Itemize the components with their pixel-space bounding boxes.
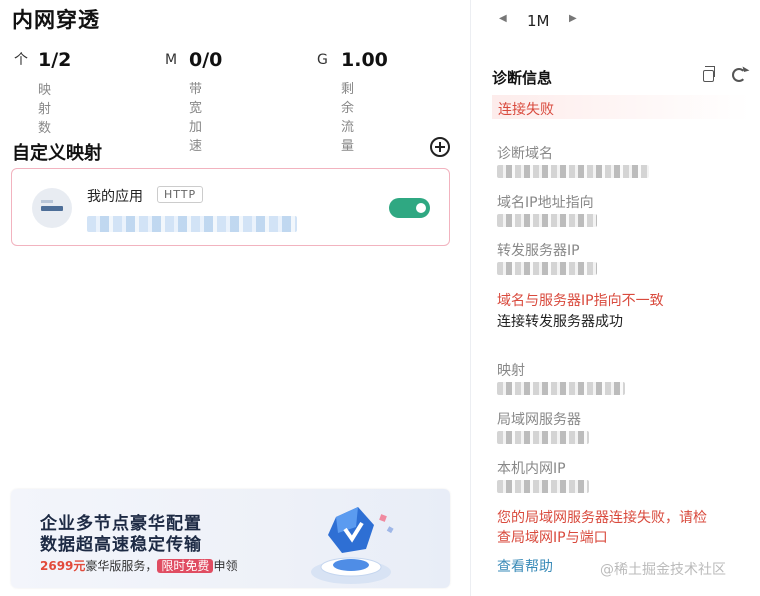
diagnosis-panel: ◀ 1M ▶ 诊断信息 连接失败 诊断域名 域名IP地址指向 转发服务器IP 域…: [471, 0, 760, 596]
app-name: 我的应用: [87, 189, 143, 205]
protocol-badge: HTTP: [157, 186, 204, 203]
domain-ip-value-blurred: [497, 214, 597, 227]
stat-label: 带宽加速: [189, 82, 203, 154]
stat-traffic: 1.00 G 剩余流量: [315, 49, 388, 154]
prev-arrow-icon[interactable]: ◀: [499, 13, 507, 24]
banner-price: 2699元: [40, 559, 86, 573]
lan-server-label: 局域网服务器: [497, 412, 581, 428]
mapping-toggle[interactable]: [389, 198, 430, 218]
promo-banner[interactable]: 企业多节点豪华配置 数据超高速稳定传输 2699元豪华版服务， 限时免费 申领: [11, 489, 450, 588]
stat-bandwidth: 0/0 M 带宽加速: [163, 49, 222, 154]
next-arrow-icon[interactable]: ▶: [569, 13, 577, 24]
forward-ip-value-blurred: [497, 262, 597, 275]
lan-error-line1: 您的局域网服务器连接失败，请检: [497, 510, 707, 526]
add-mapping-icon[interactable]: [430, 137, 450, 157]
mapping-value-blurred: [497, 382, 625, 395]
stat-unit: M: [165, 52, 178, 68]
stat-unit: 个: [14, 52, 28, 68]
copy-icon[interactable]: [703, 66, 715, 82]
stat-value: 0/0: [189, 49, 223, 71]
stat-label: 映射数: [38, 83, 52, 136]
local-ip-value-blurred: [497, 480, 589, 493]
banner-apply: 申领: [213, 559, 238, 573]
status-banner: 连接失败: [492, 95, 750, 119]
banner-illustration: [311, 507, 394, 584]
custom-mapping-title: 自定义映射: [12, 143, 102, 164]
banner-free-badge: 限时免费: [157, 559, 214, 573]
banner-service: 豪华版服务，: [85, 559, 158, 573]
domain-value-blurred: [497, 165, 649, 178]
stat-label: 剩余流量: [341, 82, 355, 154]
domain-label: 诊断域名: [497, 146, 553, 162]
stat-value: 1/2: [38, 49, 72, 71]
stat-value: 1.00: [341, 49, 388, 71]
domain-ip-label: 域名IP地址指向: [497, 195, 594, 211]
app-icon: [32, 188, 72, 228]
diagnosis-title: 诊断信息: [492, 69, 553, 87]
lan-server-value-blurred: [497, 431, 589, 444]
banner-offer: 2699元豪华版服务， 限时免费 申领: [40, 557, 237, 574]
forward-success: 连接转发服务器成功: [497, 314, 623, 330]
bandwidth-current: 1M: [527, 12, 550, 30]
lan-error-line2: 查局域网IP与端口: [497, 530, 608, 546]
refresh-icon[interactable]: [732, 68, 746, 82]
stat-mapping-count: 1/2 个 映射数: [12, 49, 71, 136]
page-title: 内网穿透: [12, 8, 100, 32]
status-text: 连接失败: [498, 102, 554, 118]
help-link[interactable]: 查看帮助: [497, 556, 553, 576]
watermark: @稀土掘金技术社区: [600, 562, 726, 578]
forward-ip-label: 转发服务器IP: [497, 243, 580, 259]
stat-unit: G: [317, 52, 328, 68]
left-panel: 内网穿透 1/2 个 映射数 0/0 M 带宽加速 1.00 G 剩余流量 自定义映射…: [0, 0, 470, 596]
mapping-card[interactable]: 我的应用 HTTP: [11, 168, 450, 246]
local-ip-label: 本机内网IP: [497, 461, 566, 477]
banner-line2: 数据超高速稳定传输: [40, 535, 202, 555]
ip-mismatch-error: 域名与服务器IP指向不一致: [497, 293, 664, 309]
mapping-label: 映射: [497, 363, 525, 379]
app-url-blurred[interactable]: [87, 216, 297, 232]
